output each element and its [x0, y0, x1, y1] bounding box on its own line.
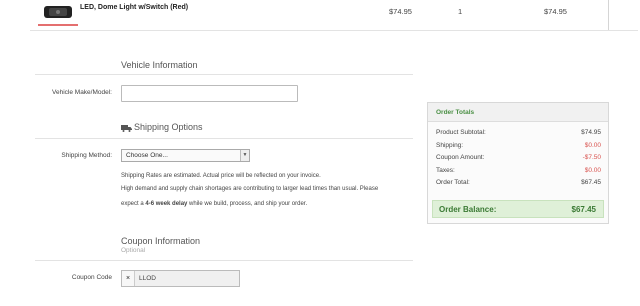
order-balance-value: $67.45 [571, 205, 596, 214]
totals-value: $0.00 [584, 167, 601, 174]
totals-value: $67.45 [581, 179, 601, 186]
shipping-note-delay-pre: expect a [121, 201, 146, 207]
shipping-section-title: Shipping Options [121, 122, 203, 132]
order-balance: Order Balance: $67.45 [432, 200, 604, 218]
row-divider [30, 30, 638, 31]
coupon-code-value: LLOD [139, 275, 156, 282]
totals-row-shipping: Shipping: $0.00 [436, 142, 601, 149]
order-balance-label: Order Balance: [439, 205, 497, 214]
totals-row-subtotal: Product Subtotal: $74.95 [436, 129, 601, 136]
product-name[interactable]: LED, Dome Light w/Switch (Red) [80, 4, 188, 11]
shipping-method-label: Shipping Method: [61, 152, 112, 159]
vehicle-section-title: Vehicle Information [121, 60, 198, 70]
shipping-note-delay: expect a 4-6 week delay while we build, … [121, 197, 307, 211]
shipping-section-title-text: Shipping Options [134, 122, 203, 132]
shipping-method-selected: Choose One... [126, 152, 168, 159]
shipping-note-demand: High demand and supply chain shortages a… [121, 186, 379, 192]
totals-row-coupon: Coupon Amount: -$7.50 [436, 154, 601, 161]
shipping-delay-highlight: 4-6 week delay [145, 201, 188, 207]
product-price: $74.95 [389, 7, 412, 16]
divider [35, 138, 413, 139]
coupon-code-label: Coupon Code [71, 274, 112, 281]
product-thumbnail-underline [38, 24, 78, 26]
totals-label: Order Total: [436, 179, 470, 186]
totals-label: Taxes: [436, 167, 455, 174]
vehicle-make-model-input[interactable] [121, 85, 298, 102]
coupon-code-field[interactable]: × LLOD [121, 270, 240, 287]
table-border [608, 0, 609, 31]
product-thumbnail[interactable] [40, 0, 76, 22]
totals-row-order-total: Order Total: $67.45 [436, 179, 601, 186]
product-quantity: 1 [458, 7, 463, 16]
divider [35, 74, 413, 75]
totals-label: Shipping: [436, 142, 464, 149]
chevron-down-icon[interactable]: ▼ [240, 150, 249, 161]
totals-value: $74.95 [581, 129, 601, 136]
order-totals-panel: Order Totals Product Subtotal: $74.95 Sh… [427, 102, 609, 224]
shipping-note-estimate: Shipping Rates are estimated. Actual pri… [121, 173, 321, 179]
product-line-total: $74.95 [544, 7, 567, 16]
vehicle-make-model-label: Vehicle Make/Model: [52, 89, 112, 96]
totals-label: Coupon Amount: [436, 154, 485, 161]
totals-value: -$7.50 [582, 154, 601, 161]
remove-coupon-button[interactable]: × [122, 271, 135, 286]
totals-row-taxes: Taxes: $0.00 [436, 167, 601, 174]
shipping-note-delay-post: while we build, process, and ship your o… [187, 201, 308, 207]
order-totals-title: Order Totals [428, 103, 608, 122]
coupon-section-subtitle: Optional [121, 247, 146, 254]
coupon-section-title: Coupon Information [121, 236, 201, 246]
totals-label: Product Subtotal: [436, 129, 486, 136]
truck-icon [121, 124, 132, 132]
totals-value: $0.00 [584, 142, 601, 149]
shipping-method-select[interactable]: Choose One... ▼ [121, 149, 250, 162]
divider [35, 260, 413, 261]
